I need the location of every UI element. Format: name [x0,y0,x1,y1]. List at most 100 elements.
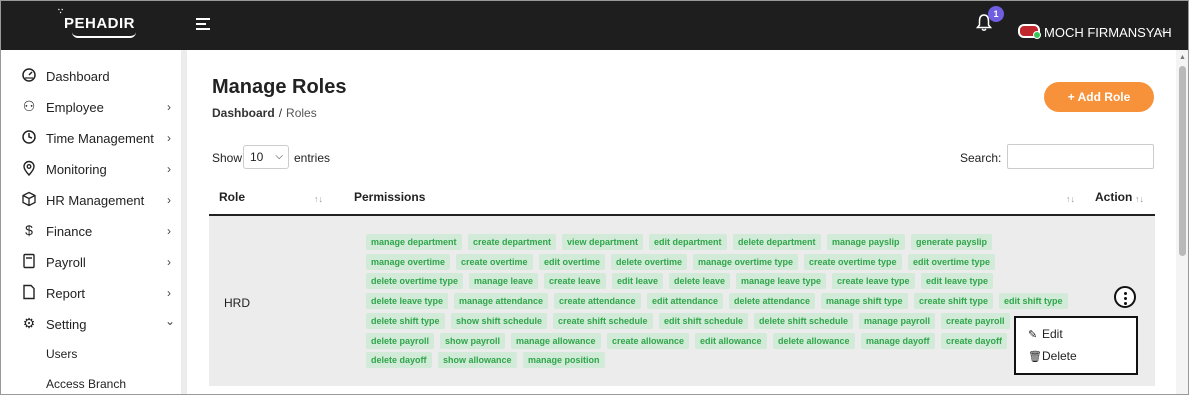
column-header-permissions[interactable]: Permissions [354,190,425,204]
permission-tag: delete dayoff [366,352,432,369]
chevron-right-icon: › [167,131,171,145]
permission-tag: delete leave [669,273,731,290]
permission-tag: delete department [733,234,821,250]
sidebar-subitem-users[interactable]: Users [46,347,77,361]
permission-tag: edit allowance [695,332,767,349]
sidebar-item-label: Payroll [46,255,86,270]
permission-tag: manage dayoff [861,332,935,349]
pencil-icon: ✎ [1028,329,1038,341]
sidebar-item-dashboard[interactable]: Dashboard [0,67,181,98]
permission-tag: create overtime type [804,253,902,270]
permission-tag: show shift schedule [451,312,548,329]
scroll-up-arrow-icon[interactable]: ▲ [1179,54,1186,61]
sort-icon[interactable]: ↑↓ [1135,194,1144,204]
permission-tag: delete attendance [729,293,816,310]
chevron-down-icon[interactable]: ⌵ [1160,25,1168,38]
entries-select[interactable]: 10 ⌵ [243,145,289,169]
page-title: Manage Roles [212,76,347,98]
sidebar-item-monitoring[interactable]: Monitoring › [0,160,181,191]
permission-tag: manage attendance [454,293,549,310]
logo-prefix: P [64,15,75,32]
permission-tag: delete shift type [366,312,445,329]
sort-icon[interactable]: ↑↓ [1066,194,1075,204]
search-input[interactable] [1007,144,1154,169]
permission-tag: edit attendance [647,293,724,310]
breadcrumb-home-link[interactable]: Dashboard [212,106,275,120]
permission-tag: delete payroll [366,332,435,349]
breadcrumb-separator: / [278,106,283,120]
app-logo[interactable]: ∵ PEHADIR [58,7,136,38]
notification-badge: 1 [988,6,1004,22]
chevron-right-icon: › [167,224,171,238]
permission-tag: create dayoff [941,332,1008,349]
breadcrumb: Dashboard / Roles [212,106,317,120]
menu-toggle-icon[interactable] [196,18,210,30]
top-navbar: ∵ PEHADIR 1 MOCH FIRMANSYAH ⌵ [0,0,1189,50]
more-actions-icon[interactable] [1114,286,1136,308]
online-status-dot [1033,31,1041,39]
logo-dots: ∵ [58,7,64,16]
permission-tag: create department [468,234,557,250]
page-scrollbar[interactable]: ▲ [1176,50,1189,395]
chevron-down-icon: ⌵ [275,151,283,162]
sidebar-subitem-access-branch[interactable]: Access Branch [46,377,126,391]
permission-tag: edit overtime type [908,253,996,270]
permission-tag: show payroll [440,332,506,349]
chevron-right-icon: › [167,162,171,176]
permission-tag: manage shift type [821,293,908,310]
permission-tag: edit department [649,234,727,250]
sidebar-item-hr-management[interactable]: HR Management › [0,191,181,222]
scrollbar-thumb[interactable] [1179,66,1186,256]
sidebar-item-employee[interactable]: ⚇ Employee › [0,98,181,129]
permission-tag: delete allowance [773,332,855,349]
permission-tag: create overtime [456,253,533,270]
chevron-right-icon: › [167,255,171,269]
breadcrumb-current: Roles [286,106,317,120]
sidebar-item-report[interactable]: Report › [0,284,181,315]
sidebar-item-finance[interactable]: $ Finance › [0,222,181,253]
add-role-button[interactable]: + Add Role [1044,82,1154,112]
column-header-role[interactable]: Role [219,190,245,204]
permission-tag: edit shift schedule [659,312,749,329]
permission-tag: manage leave type [736,273,827,290]
permission-tag: create shift type [914,293,994,310]
sidebar-item-label: Time Management [46,131,154,146]
dollar-icon: $ [25,222,33,238]
permission-tag: edit overtime [539,253,606,270]
edit-label: Edit [1042,327,1063,341]
sidebar-item-label: Report [46,286,86,301]
sort-icon[interactable]: ↑↓ [314,194,323,204]
sidebar-item-setting[interactable]: ⚙ Setting ⌄ [0,314,181,346]
sidebar-item-time-management[interactable]: Time Management › [0,129,181,160]
permission-tag: edit leave type [921,273,994,290]
permission-tag: view department [562,234,644,250]
permission-tag: delete overtime type [366,273,464,290]
show-label: Show [212,151,243,165]
calculator-icon [23,253,35,269]
permission-tag: create attendance [554,293,641,310]
permission-tag: show allowance [438,352,517,369]
edit-menu-item[interactable]: ✎ Edit [1028,327,1063,341]
user-name[interactable]: MOCH FIRMANSYAH [1044,25,1172,40]
permission-tag: create leave type [832,273,915,290]
column-header-action[interactable]: Action [1095,190,1132,204]
permission-tag: manage allowance [511,332,601,349]
sidebar-item-payroll[interactable]: Payroll › [0,253,181,284]
logo-arc [72,32,136,38]
chevron-down-icon: ⌄ [165,314,176,328]
chevron-right-icon: › [167,286,171,300]
trash-icon: 🗑 [1028,351,1042,363]
delete-menu-item[interactable]: 🗑Delete [1028,349,1077,363]
avatar[interactable] [1018,24,1041,39]
permission-tag: manage overtime [366,253,451,270]
permission-tag: edit shift type [999,293,1068,310]
permission-tag: delete shift schedule [754,312,854,329]
permission-tag: create allowance [607,332,690,349]
permission-tag: delete overtime [611,253,688,270]
permission-tag: create leave [544,273,606,290]
sidebar-item-label: HR Management [46,193,145,208]
sidebar: Dashboard ⚇ Employee › Time Management ›… [0,50,187,395]
clock-icon [22,130,36,144]
permission-tag: manage leave [469,273,539,290]
logo-text: EHADIR [74,15,136,32]
